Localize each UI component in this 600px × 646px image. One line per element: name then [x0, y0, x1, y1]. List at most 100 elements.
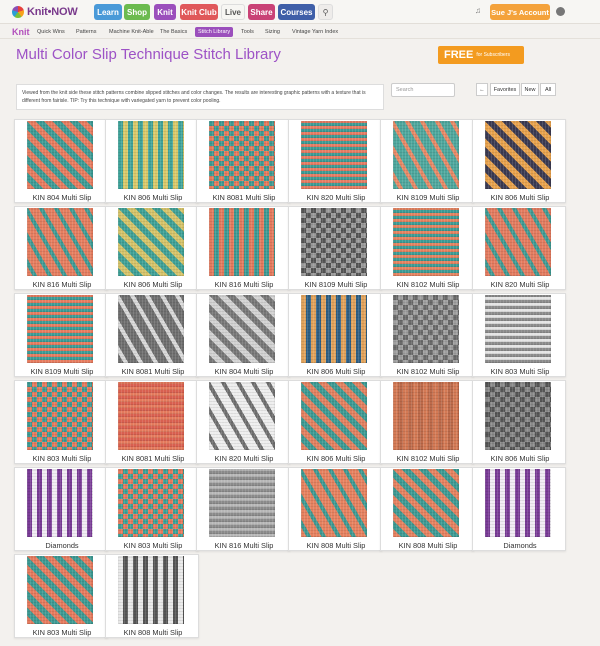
- stitch-swatch-image[interactable]: [393, 382, 459, 450]
- stitch-card[interactable]: KIN 8109 Multi Slip: [14, 293, 108, 377]
- stitch-label[interactable]: KIN 8102 Multi Slip: [381, 367, 475, 376]
- stitch-label[interactable]: KIN 806 Multi Slip: [289, 454, 383, 463]
- stitch-label[interactable]: KIN 816 Multi Slip: [15, 280, 109, 289]
- search-icon[interactable]: ⚲: [318, 4, 333, 20]
- nav-shop[interactable]: Shop: [124, 4, 150, 20]
- stitch-swatch-image[interactable]: [27, 469, 93, 537]
- stitch-card[interactable]: KIN 8081 Multi Slip: [196, 119, 290, 203]
- stitch-label[interactable]: Diamonds: [473, 541, 567, 550]
- stitch-label[interactable]: KIN 8102 Multi Slip: [381, 280, 475, 289]
- subnav-quick-wins[interactable]: Quick Wins: [34, 27, 68, 37]
- stitch-label[interactable]: KIN 816 Multi Slip: [197, 541, 291, 550]
- stitch-card[interactable]: KIN 803 Multi Slip: [14, 554, 108, 638]
- stitch-label[interactable]: KIN 806 Multi Slip: [289, 367, 383, 376]
- stitch-card[interactable]: KIN 8102 Multi Slip: [380, 206, 474, 290]
- stitch-swatch-image[interactable]: [118, 295, 184, 363]
- nav-learn[interactable]: Learn: [94, 4, 122, 20]
- stitch-label[interactable]: KIN 8081 Multi Slip: [106, 454, 200, 463]
- stitch-label[interactable]: KIN 803 Multi Slip: [15, 628, 109, 637]
- filter-all[interactable]: All: [540, 83, 556, 96]
- stitch-label[interactable]: Diamonds: [15, 541, 109, 550]
- stitch-swatch-image[interactable]: [485, 295, 551, 363]
- filter-new[interactable]: New: [521, 83, 539, 96]
- back-arrow-button[interactable]: ←: [476, 83, 488, 96]
- subnav-brand[interactable]: Knit: [12, 27, 30, 37]
- subnav-stitch-library[interactable]: Stitch Library: [195, 27, 234, 37]
- stitch-label[interactable]: KIN 8109 Multi Slip: [289, 280, 383, 289]
- stitch-card[interactable]: KIN 803 Multi Slip: [105, 467, 199, 551]
- stitch-swatch-image[interactable]: [485, 208, 551, 276]
- stitch-label[interactable]: KIN 8109 Multi Slip: [381, 193, 475, 202]
- nav-courses[interactable]: Courses: [278, 4, 315, 20]
- stitch-card[interactable]: KIN 806 Multi Slip: [472, 119, 566, 203]
- stitch-card[interactable]: KIN 803 Multi Slip: [14, 380, 108, 464]
- stitch-card[interactable]: KIN 808 Multi Slip: [380, 467, 474, 551]
- stitch-label[interactable]: KIN 806 Multi Slip: [106, 193, 200, 202]
- stitch-swatch-image[interactable]: [301, 121, 367, 189]
- subnav-machine-knit-able[interactable]: Machine Knit-Able: [106, 27, 157, 37]
- stitch-card[interactable]: KIN 806 Multi Slip: [472, 380, 566, 464]
- stitch-card[interactable]: KIN 806 Multi Slip: [288, 380, 382, 464]
- site-logo[interactable]: Knit•NOW: [12, 5, 78, 19]
- stitch-swatch-image[interactable]: [118, 121, 184, 189]
- stitch-label[interactable]: KIN 820 Multi Slip: [473, 280, 567, 289]
- stitch-label[interactable]: KIN 803 Multi Slip: [15, 454, 109, 463]
- subnav-patterns[interactable]: Patterns: [73, 27, 99, 37]
- stitch-swatch-image[interactable]: [27, 556, 93, 624]
- free-subscribers-banner[interactable]: FREE for Subscribers: [438, 46, 524, 64]
- stitch-label[interactable]: KIN 808 Multi Slip: [106, 628, 200, 637]
- stitch-swatch-image[interactable]: [118, 556, 184, 624]
- stitch-swatch-image[interactable]: [301, 469, 367, 537]
- stitch-label[interactable]: KIN 820 Multi Slip: [197, 454, 291, 463]
- filter-favorites[interactable]: Favorites: [490, 83, 520, 96]
- stitch-card[interactable]: KIN 8109 Multi Slip: [288, 206, 382, 290]
- stitch-card[interactable]: KIN 803 Multi Slip: [472, 293, 566, 377]
- stitch-label[interactable]: KIN 803 Multi Slip: [106, 541, 200, 550]
- stitch-card[interactable]: Diamonds: [472, 467, 566, 551]
- stitch-card[interactable]: KIN 8102 Multi Slip: [380, 380, 474, 464]
- stitch-swatch-image[interactable]: [209, 295, 275, 363]
- stitch-card[interactable]: KIN 806 Multi Slip: [105, 206, 199, 290]
- stitch-card[interactable]: KIN 816 Multi Slip: [14, 206, 108, 290]
- stitch-swatch-image[interactable]: [393, 295, 459, 363]
- stitch-card[interactable]: KIN 8081 Multi Slip: [105, 380, 199, 464]
- subnav-the-basics[interactable]: The Basics: [157, 27, 190, 37]
- stitch-card[interactable]: KIN 806 Multi Slip: [288, 293, 382, 377]
- stitch-label[interactable]: KIN 8081 Multi Slip: [197, 193, 291, 202]
- stitch-card[interactable]: KIN 808 Multi Slip: [105, 554, 199, 638]
- stitch-label[interactable]: KIN 816 Multi Slip: [197, 280, 291, 289]
- stitch-label[interactable]: KIN 8102 Multi Slip: [381, 454, 475, 463]
- stitch-label[interactable]: KIN 806 Multi Slip: [106, 280, 200, 289]
- stitch-swatch-image[interactable]: [393, 121, 459, 189]
- stitch-swatch-image[interactable]: [27, 208, 93, 276]
- stitch-card[interactable]: KIN 804 Multi Slip: [196, 293, 290, 377]
- stitch-card[interactable]: KIN 820 Multi Slip: [472, 206, 566, 290]
- stitch-label[interactable]: KIN 804 Multi Slip: [197, 367, 291, 376]
- stitch-swatch-image[interactable]: [118, 208, 184, 276]
- nav-knit[interactable]: Knit: [154, 4, 176, 20]
- stitch-label[interactable]: KIN 8081 Multi Slip: [106, 367, 200, 376]
- nav-share[interactable]: Share: [248, 4, 275, 20]
- stitch-card[interactable]: KIN 8081 Multi Slip: [105, 293, 199, 377]
- stitch-label[interactable]: KIN 804 Multi Slip: [15, 193, 109, 202]
- stitch-card[interactable]: Diamonds: [14, 467, 108, 551]
- stitch-swatch-image[interactable]: [485, 382, 551, 450]
- stitch-card[interactable]: KIN 804 Multi Slip: [14, 119, 108, 203]
- user-icon[interactable]: [556, 7, 565, 16]
- stitch-swatch-image[interactable]: [118, 469, 184, 537]
- stitch-card[interactable]: KIN 820 Multi Slip: [196, 380, 290, 464]
- stitch-label[interactable]: KIN 808 Multi Slip: [381, 541, 475, 550]
- stitch-label[interactable]: KIN 808 Multi Slip: [289, 541, 383, 550]
- stitch-swatch-image[interactable]: [485, 469, 551, 537]
- stitch-swatch-image[interactable]: [301, 382, 367, 450]
- stitch-card[interactable]: KIN 806 Multi Slip: [105, 119, 199, 203]
- stitch-swatch-image[interactable]: [27, 382, 93, 450]
- stitch-swatch-image[interactable]: [118, 382, 184, 450]
- stitch-label[interactable]: KIN 806 Multi Slip: [473, 193, 567, 202]
- stitch-swatch-image[interactable]: [27, 295, 93, 363]
- nav-knit-club[interactable]: Knit Club: [180, 4, 218, 20]
- stitch-label[interactable]: KIN 806 Multi Slip: [473, 454, 567, 463]
- subnav-tools[interactable]: Tools: [238, 27, 257, 37]
- stitch-card[interactable]: KIN 8102 Multi Slip: [380, 293, 474, 377]
- stitch-label[interactable]: KIN 803 Multi Slip: [473, 367, 567, 376]
